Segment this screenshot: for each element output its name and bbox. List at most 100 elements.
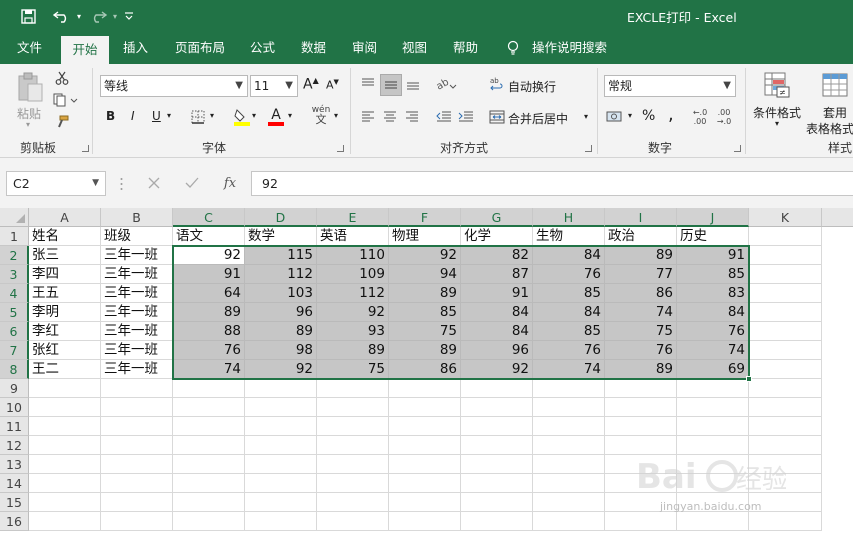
select-all-button[interactable] (0, 208, 29, 227)
align-center-icon[interactable] (381, 108, 399, 126)
score-cell[interactable]: 84 (461, 303, 533, 322)
empty-cell[interactable] (677, 398, 749, 417)
header-cell-a[interactable]: 姓名 (29, 227, 101, 246)
score-cell[interactable]: 87 (461, 265, 533, 284)
score-cell[interactable]: 84 (533, 303, 605, 322)
align-bottom-icon[interactable] (404, 75, 422, 93)
empty-cell[interactable] (29, 474, 101, 493)
column-header-e[interactable]: E (317, 208, 389, 227)
save-icon[interactable] (18, 7, 38, 25)
score-cell[interactable]: 112 (245, 265, 317, 284)
row-header-16[interactable]: 16 (0, 512, 29, 531)
score-cell[interactable]: 92 (245, 360, 317, 379)
empty-cell[interactable] (533, 398, 605, 417)
copy-icon[interactable] (52, 92, 80, 108)
empty-cell[interactable] (245, 398, 317, 417)
empty-cell[interactable] (461, 417, 533, 436)
header-cell-g[interactable]: 化学 (461, 227, 533, 246)
cell-name[interactable]: 李红 (29, 322, 101, 341)
cell-class[interactable]: 三年一班 (101, 360, 173, 379)
score-cell[interactable]: 115 (245, 246, 317, 265)
empty-cell[interactable] (533, 474, 605, 493)
fill-handle[interactable] (746, 376, 752, 382)
accounting-dropdown-icon[interactable]: ▾ (628, 111, 632, 120)
score-cell[interactable]: 64 (173, 284, 245, 303)
cell-class[interactable]: 三年一班 (101, 303, 173, 322)
score-cell[interactable]: 88 (173, 322, 245, 341)
score-cell[interactable]: 92 (389, 246, 461, 265)
decrease-indent-icon[interactable] (434, 108, 454, 126)
row-header-3[interactable]: 3 (0, 265, 29, 284)
row-header-6[interactable]: 6 (0, 322, 29, 341)
score-cell[interactable]: 91 (677, 246, 749, 265)
column-header-c[interactable]: C (173, 208, 245, 227)
score-cell[interactable]: 89 (605, 360, 677, 379)
header-cell-c[interactable]: 语文 (173, 227, 245, 246)
score-cell[interactable]: 89 (605, 246, 677, 265)
column-header-a[interactable]: A (29, 208, 101, 227)
empty-cell[interactable] (245, 493, 317, 512)
empty-cell[interactable] (101, 417, 173, 436)
cancel-icon[interactable] (146, 175, 162, 191)
column-header-k[interactable]: K (749, 208, 822, 227)
empty-cell[interactable] (317, 474, 389, 493)
empty-cell[interactable] (245, 512, 317, 531)
empty-cell[interactable] (101, 436, 173, 455)
tab-data[interactable]: 数据 (301, 32, 326, 64)
empty-cell[interactable] (245, 455, 317, 474)
score-cell[interactable]: 75 (389, 322, 461, 341)
empty-cell[interactable] (29, 398, 101, 417)
cell-class[interactable]: 三年一班 (101, 322, 173, 341)
empty-cell[interactable] (749, 265, 822, 284)
format-as-table-label-2[interactable]: 表格格式 (806, 120, 853, 137)
column-header-d[interactable]: D (245, 208, 317, 227)
empty-cell[interactable] (317, 455, 389, 474)
customize-quick-access-icon[interactable] (122, 7, 136, 25)
score-cell[interactable]: 98 (245, 341, 317, 360)
score-cell[interactable]: 85 (533, 284, 605, 303)
enter-icon[interactable] (184, 175, 200, 191)
row-header-1[interactable]: 1 (0, 227, 29, 246)
score-cell[interactable]: 89 (389, 341, 461, 360)
tab-insert[interactable]: 插入 (123, 32, 148, 64)
score-cell[interactable]: 84 (677, 303, 749, 322)
row-header-9[interactable]: 9 (0, 379, 29, 398)
score-cell[interactable]: 91 (461, 284, 533, 303)
empty-cell[interactable] (677, 417, 749, 436)
score-cell[interactable]: 85 (389, 303, 461, 322)
score-cell[interactable]: 76 (677, 322, 749, 341)
undo-dropdown-icon[interactable]: ▾ (74, 7, 84, 25)
score-cell[interactable]: 92 (173, 246, 245, 265)
font-launcher-icon[interactable] (337, 145, 344, 152)
empty-cell[interactable] (389, 398, 461, 417)
redo-icon[interactable] (86, 7, 110, 25)
empty-cell[interactable] (749, 303, 822, 322)
cell-name[interactable]: 王二 (29, 360, 101, 379)
score-cell[interactable]: 76 (533, 341, 605, 360)
wrap-text-icon[interactable]: ab (488, 75, 506, 93)
empty-cell[interactable] (389, 493, 461, 512)
cell-name[interactable]: 李明 (29, 303, 101, 322)
empty-cell[interactable] (173, 398, 245, 417)
borders-dropdown-icon[interactable]: ▾ (210, 111, 214, 120)
font-size-combo[interactable]: 11 ▼ (250, 75, 298, 97)
accounting-format-icon[interactable] (606, 107, 624, 125)
header-cell-h[interactable]: 生物 (533, 227, 605, 246)
score-cell[interactable]: 96 (245, 303, 317, 322)
cell-k1[interactable] (749, 227, 822, 246)
fill-color-icon[interactable] (233, 107, 251, 127)
score-cell[interactable]: 76 (533, 265, 605, 284)
score-cell[interactable]: 93 (317, 322, 389, 341)
empty-cell[interactable] (749, 379, 822, 398)
empty-cell[interactable] (389, 417, 461, 436)
row-header-7[interactable]: 7 (0, 341, 29, 360)
empty-cell[interactable] (101, 474, 173, 493)
empty-cell[interactable] (605, 398, 677, 417)
underline-button[interactable]: U (152, 109, 161, 123)
empty-cell[interactable] (317, 379, 389, 398)
format-as-table-label-1[interactable]: 套用 (823, 104, 847, 121)
empty-cell[interactable] (29, 436, 101, 455)
cell-name[interactable]: 王五 (29, 284, 101, 303)
empty-cell[interactable] (461, 512, 533, 531)
cell-name[interactable]: 张红 (29, 341, 101, 360)
